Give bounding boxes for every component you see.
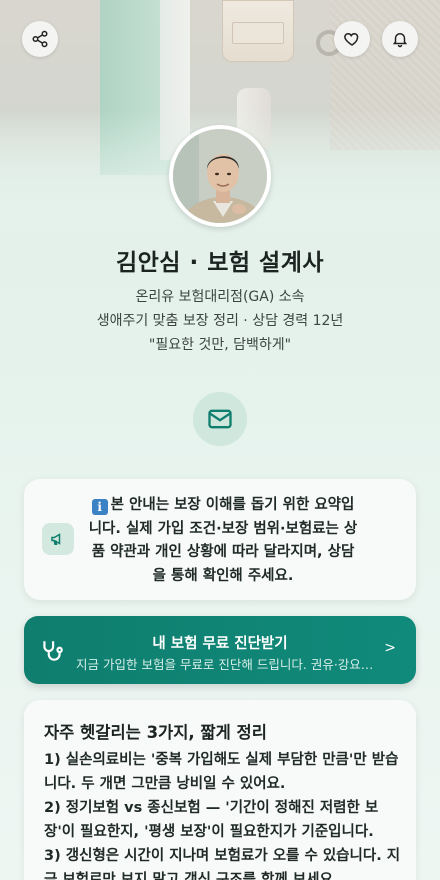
disclaimer-notice-card: i본 안내는 보장 이해를 돕기 위한 요약입니다. 실제 가입 조건·보장 범… [24,479,416,600]
faq-item: 2) 정기보험 vs 종신보험 — '기간이 정해진 저렴한 보장'이 필요한지… [44,800,379,840]
profile-page: 김안심 · 보험 설계사 온리유 보험대리점(GA) 소속 생애주기 맞춤 보장… [0,0,440,880]
notice-icon-badge [42,523,74,555]
megaphone-icon [51,533,61,545]
share-icon [32,30,48,48]
faq-item: 1) 실손의료비는 '중복 가입해도 실제 부담한 만큼'만 받습니다. 두 개… [44,752,399,792]
heart-icon [344,32,359,46]
planner-portrait [173,129,267,223]
cta-description: 지금 가입한 보험을 무료로 진단해 드립니다. 권유·강요 없이 부담 없이 … [76,657,376,672]
notice-text-block: i본 안내는 보장 이해를 돕기 위한 요약입니다. 실제 가입 조건·보장 범… [88,494,358,588]
info-icon: i [91,499,108,515]
free-diagnosis-button[interactable]: 내 보험 무료 진단받기 지금 가입한 보험을 무료로 진단해 드립니다. 권유… [24,616,416,684]
cta-title: 내 보험 무료 진단받기 [152,636,288,652]
notice-text: 본 안내는 보장 이해를 돕기 위한 요약입니다. 실제 가입 조건·보장 범위… [88,497,358,584]
share-button[interactable] [22,21,58,57]
contact-mail-button[interactable] [193,392,247,446]
mail-icon [208,409,232,429]
notification-button[interactable] [382,21,418,57]
avatar [169,125,271,227]
chevron-right-icon: > [384,640,396,656]
bell-icon [392,33,408,48]
career-text: 생애주기 맞춤 보장 정리 · 상담 경력 12년 [96,313,344,329]
motto-text: "필요한 것만, 담백하게" [148,337,292,353]
faq-title: 자주 헷갈리는 3가지, 짧게 정리 [44,723,267,742]
favorite-button[interactable] [334,21,370,57]
faq-item: 3) 갱신형은 시간이 지나며 보험료가 오를 수 있습니다. 지금 보험료만 … [44,848,401,880]
faq-summary-card: 자주 헷갈리는 3가지, 짧게 정리 1) 실손의료비는 '중복 가입해도 실제… [24,700,416,880]
affiliation-text: 온리유 보험대리점(GA) 소속 [135,289,305,305]
planner-name: 김안심 · 보험 설계사 [115,250,325,276]
